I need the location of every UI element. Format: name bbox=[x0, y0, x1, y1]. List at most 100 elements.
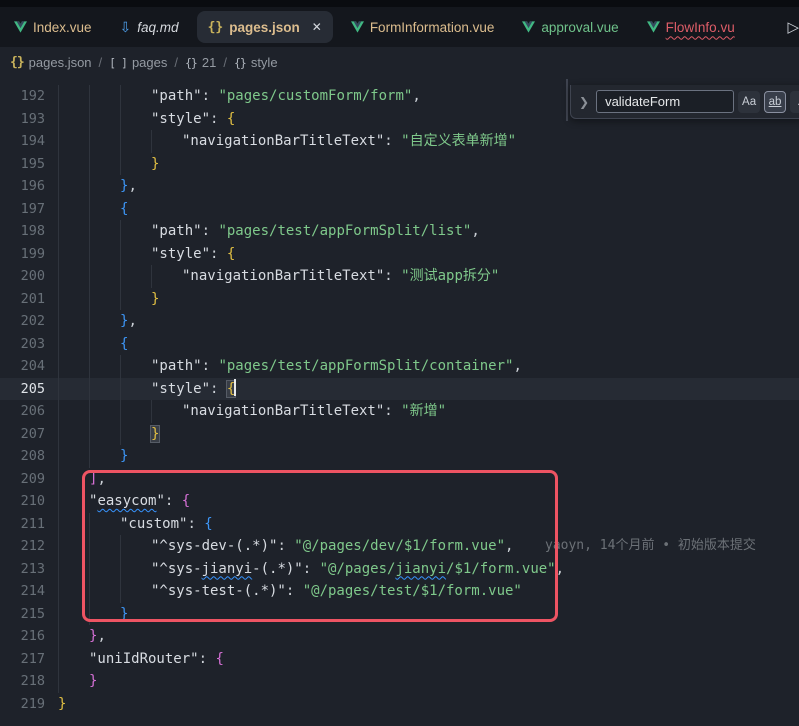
code-text[interactable]: "path": "pages/test/appFormSplit/list", bbox=[58, 220, 480, 243]
code-line-198: 198"path": "pages/test/appFormSplit/list… bbox=[0, 220, 799, 243]
vscode-window: Index.vue⇩faq.md{}pages.json✕FormInforma… bbox=[0, 0, 799, 726]
line-number: 208 bbox=[0, 445, 45, 468]
code-text[interactable]: "^sys-jianyi-(.*)": "@/pages/jianyi/$1/f… bbox=[58, 558, 564, 581]
code-text[interactable]: } bbox=[58, 153, 159, 176]
token: : bbox=[286, 583, 303, 599]
chevron-right-icon[interactable]: ❯ bbox=[571, 95, 596, 109]
token: /$1/form.vue" bbox=[446, 561, 556, 577]
code-line-211: 211 "custom": { bbox=[0, 513, 799, 536]
code-text[interactable]: "navigationBarTitleText": "自定义表单新增" bbox=[58, 130, 516, 153]
regex-button[interactable]: .* bbox=[790, 91, 799, 113]
token: : bbox=[202, 358, 219, 374]
code-text[interactable]: "style": { bbox=[58, 243, 235, 266]
line-number: 213 bbox=[0, 558, 45, 581]
line-number: 218 bbox=[0, 670, 45, 693]
token: } bbox=[120, 448, 128, 464]
code-text[interactable]: "uniIdRouter": { bbox=[58, 648, 224, 671]
breadcrumb-item-style[interactable]: {}style bbox=[234, 55, 278, 70]
breadcrumb-label: pages bbox=[132, 55, 167, 70]
tab-label: faq.md bbox=[137, 20, 178, 35]
code-text[interactable]: } bbox=[58, 445, 128, 468]
code-text[interactable]: }, bbox=[58, 175, 137, 198]
tab-bar: Index.vue⇩faq.md{}pages.json✕FormInforma… bbox=[0, 0, 799, 47]
code-text[interactable]: } bbox=[58, 603, 128, 626]
token: "path" bbox=[151, 358, 202, 374]
token: "自定义表单新增" bbox=[401, 133, 516, 149]
code-editor[interactable]: 192"path": "pages/customForm/form",193"s… bbox=[0, 78, 799, 726]
vue-icon bbox=[647, 21, 660, 33]
tab-approval.vue[interactable]: approval.vue bbox=[508, 7, 632, 47]
code-text[interactable]: }, bbox=[58, 625, 106, 648]
token: "path" bbox=[151, 88, 202, 104]
line-number: 211 bbox=[0, 513, 45, 536]
token: "style" bbox=[151, 111, 210, 127]
token: : bbox=[202, 223, 219, 239]
json-icon: {} bbox=[208, 21, 224, 34]
code-text[interactable]: "custom": { bbox=[58, 513, 213, 536]
line-number: 205 bbox=[0, 378, 45, 401]
token: { bbox=[120, 336, 128, 352]
token: } bbox=[151, 156, 159, 172]
code-text[interactable]: "path": "pages/customForm/form", bbox=[58, 85, 421, 108]
tab-faq.md[interactable]: ⇩faq.md bbox=[106, 7, 193, 47]
code-text[interactable]: { bbox=[58, 198, 128, 221]
breadcrumb-item-pages.json[interactable]: {}pages.json bbox=[10, 55, 92, 70]
tab-pages.json[interactable]: {}pages.json✕ bbox=[197, 11, 333, 43]
close-icon[interactable]: ✕ bbox=[312, 20, 322, 34]
code-text[interactable]: } bbox=[58, 670, 97, 693]
code-line-202: 202}, bbox=[0, 310, 799, 333]
code-text[interactable]: } bbox=[58, 288, 159, 311]
line-number: 219 bbox=[0, 693, 45, 716]
token: { bbox=[182, 493, 190, 509]
code-text[interactable]: "^sys-dev-(.*)": "@/pages/dev/$1/form.vu… bbox=[58, 535, 513, 558]
find-input[interactable] bbox=[596, 90, 734, 113]
code-text[interactable]: "navigationBarTitleText": "新增" bbox=[58, 400, 446, 423]
token: : bbox=[210, 246, 227, 262]
token: { bbox=[204, 516, 212, 532]
code-text[interactable]: "style": { bbox=[58, 108, 235, 131]
token: { bbox=[120, 201, 128, 217]
token: , bbox=[513, 358, 521, 374]
find-widget-sash[interactable] bbox=[566, 79, 568, 121]
tab-FormInformation.vue[interactable]: FormInformation.vue bbox=[337, 7, 509, 47]
code-text[interactable]: "style": { bbox=[58, 378, 236, 401]
token: { bbox=[227, 111, 235, 127]
token: : bbox=[384, 268, 401, 284]
breadcrumb-label: pages.json bbox=[29, 55, 92, 70]
line-number: 215 bbox=[0, 603, 45, 626]
breadcrumb-separator: / bbox=[223, 55, 227, 70]
code-text[interactable]: }, bbox=[58, 310, 137, 333]
token: : bbox=[187, 516, 204, 532]
match-case-button[interactable]: Aa bbox=[738, 91, 760, 113]
whole-word-button[interactable]: ab bbox=[764, 91, 786, 113]
token: , bbox=[128, 313, 136, 329]
token: : bbox=[210, 381, 227, 397]
code-text[interactable]: ], bbox=[58, 468, 106, 491]
code-text[interactable]: "navigationBarTitleText": "测试app拆分" bbox=[58, 265, 499, 288]
line-number: 195 bbox=[0, 153, 45, 176]
line-number: 193 bbox=[0, 108, 45, 131]
code-line-203: 203{ bbox=[0, 333, 799, 356]
code-text[interactable]: } bbox=[58, 693, 66, 716]
tab-overflow-icon[interactable]: ▷ bbox=[785, 18, 799, 36]
code-text[interactable]: "^sys-test-(.*)": "@/pages/test/$1/form.… bbox=[58, 580, 522, 603]
token: "uniIdRouter" bbox=[89, 651, 199, 667]
token: { bbox=[227, 246, 235, 262]
code-text[interactable]: { bbox=[58, 333, 128, 356]
token: "新增" bbox=[401, 403, 446, 419]
code-text[interactable]: "path": "pages/test/appFormSplit/contain… bbox=[58, 355, 522, 378]
token: : bbox=[165, 493, 182, 509]
breadcrumb-separator: / bbox=[174, 55, 178, 70]
breadcrumb-item-21[interactable]: {}21 bbox=[185, 55, 216, 70]
breadcrumb-item-pages[interactable]: [ ]pages bbox=[109, 55, 167, 70]
token: } bbox=[89, 673, 97, 689]
line-number: 212 bbox=[0, 535, 45, 558]
code-text[interactable]: } bbox=[58, 423, 159, 446]
editor-tabs: Index.vue⇩faq.md{}pages.json✕FormInforma… bbox=[0, 7, 799, 47]
tab-FlowInfo.vu[interactable]: FlowInfo.vu bbox=[633, 7, 749, 47]
tab-Index.vue[interactable]: Index.vue bbox=[0, 7, 106, 47]
code-text[interactable]: "easycom": { bbox=[58, 490, 190, 513]
token: } bbox=[120, 606, 128, 622]
line-number: 207 bbox=[0, 423, 45, 446]
token: , bbox=[128, 178, 136, 194]
